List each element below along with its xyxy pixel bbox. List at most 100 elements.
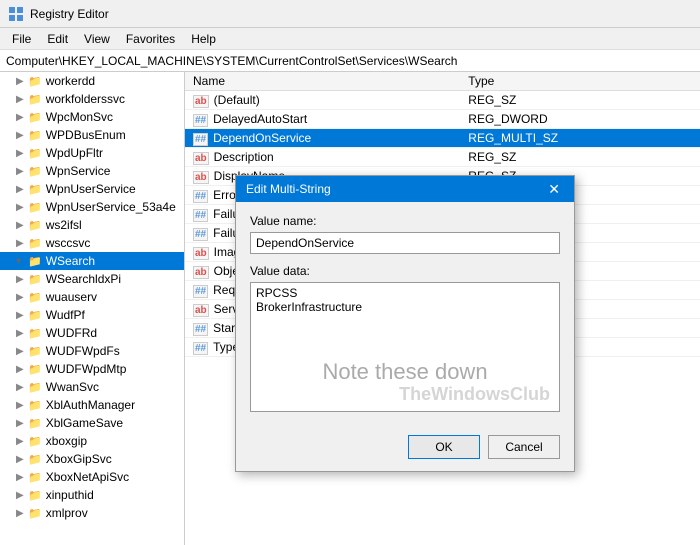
folder-icon: 📁 (28, 255, 42, 268)
folder-icon: 📁 (28, 435, 42, 448)
tree-chevron-icon: ▶ (16, 310, 28, 321)
value-data-textarea[interactable] (250, 282, 560, 412)
folder-icon: 📁 (28, 471, 42, 484)
tree-item-label: XblAuthManager (46, 398, 135, 412)
num-icon: ## (193, 210, 208, 221)
tree-chevron-icon: ▶ (16, 328, 28, 339)
tree-item[interactable]: ▶📁XblAuthManager (0, 396, 184, 414)
folder-icon: 📁 (28, 147, 42, 160)
ab-icon: ab (193, 153, 209, 164)
folder-icon: 📁 (28, 417, 42, 430)
textarea-container: TheWindowsClub Note these down (250, 282, 560, 415)
tree-chevron-icon: ▶ (16, 130, 28, 141)
table-row[interactable]: ab(Default)REG_SZ (185, 91, 700, 110)
tree-item[interactable]: ▶📁xboxgip (0, 432, 184, 450)
tree-panel[interactable]: ▶📁workerdd▶📁workfolderssvc▶📁WpcMonSvc▶📁W… (0, 72, 185, 545)
value-name-label: Value name: (250, 214, 560, 228)
tree-item-label: WpdUpFltr (46, 146, 103, 160)
ab-icon: ab (193, 267, 209, 278)
num-icon: ## (193, 324, 208, 335)
folder-icon: 📁 (28, 363, 42, 376)
tree-item-label: WSearch (46, 254, 95, 268)
tree-item[interactable]: ▶📁WUDFWpdFs (0, 342, 184, 360)
tree-chevron-icon: ▶ (16, 436, 28, 447)
tree-item-label: WUDFRd (46, 326, 97, 340)
table-row[interactable]: ##DependOnServiceREG_MULTI_SZ (185, 129, 700, 148)
tree-chevron-icon: ▶ (16, 220, 28, 231)
dialog-title: Edit Multi-String (246, 182, 331, 196)
tree-item-label: WpcMonSvc (46, 110, 113, 124)
folder-icon: 📁 (28, 309, 42, 322)
ok-button[interactable]: OK (408, 435, 480, 459)
tree-item[interactable]: ▶📁WSearchldxPi (0, 270, 184, 288)
tree-item[interactable]: ▶📁WPDBusEnum (0, 126, 184, 144)
tree-item[interactable]: ▶📁WpdUpFltr (0, 144, 184, 162)
tree-item[interactable]: ▶📁WudfPf (0, 306, 184, 324)
tree-item[interactable]: ▶📁xinputhid (0, 486, 184, 504)
table-row[interactable]: ##DelayedAutoStartREG_DWORD (185, 110, 700, 129)
tree-item[interactable]: ▶📁xmlprov (0, 504, 184, 522)
tree-item[interactable]: ▶📁workfolderssvc (0, 90, 184, 108)
tree-item-label: WwanSvc (46, 380, 99, 394)
tree-item[interactable]: ▶📁workerdd (0, 72, 184, 90)
tree-item[interactable]: ▶📁XblGameSave (0, 414, 184, 432)
tree-item-label: WpnUserService_53a4e (46, 200, 176, 214)
tree-item[interactable]: ▶📁 XboxNetApiSvc (0, 468, 184, 486)
menu-view[interactable]: View (76, 30, 118, 47)
tree-item[interactable]: ▶📁ws2ifsl (0, 216, 184, 234)
menu-help[interactable]: Help (183, 30, 224, 47)
cancel-button[interactable]: Cancel (488, 435, 560, 459)
value-type-cell: REG_SZ (460, 91, 700, 110)
value-name-cell: ##DelayedAutoStart (185, 110, 460, 129)
num-icon: ## (193, 286, 208, 297)
menu-edit[interactable]: Edit (39, 30, 76, 47)
tree-chevron-icon: ▾ (16, 256, 28, 267)
tree-chevron-icon: ▶ (16, 382, 28, 393)
tree-chevron-icon: ▶ (16, 490, 28, 501)
tree-item[interactable]: ▾📁 WSearch (0, 252, 184, 270)
value-name-cell: ##DependOnService (185, 129, 460, 148)
menu-favorites[interactable]: Favorites (118, 30, 183, 47)
num-icon: ## (193, 343, 208, 354)
tree-item-label: XblGameSave (46, 416, 123, 430)
tree-item[interactable]: ▶📁WwanSvc (0, 378, 184, 396)
folder-icon: 📁 (28, 75, 42, 88)
folder-icon: 📁 (28, 345, 42, 358)
tree-item[interactable]: ▶📁WpcMonSvc (0, 108, 184, 126)
folder-icon: 📁 (28, 237, 42, 250)
tree-item[interactable]: ▶📁wsccsvc (0, 234, 184, 252)
tree-chevron-icon: ▶ (16, 166, 28, 177)
tree-item[interactable]: ▶📁WpnService (0, 162, 184, 180)
value-name-cell: abDescription (185, 148, 460, 167)
tree-item-label: workerdd (46, 74, 95, 88)
ab-icon: ab (193, 305, 209, 316)
table-row[interactable]: abDescriptionREG_SZ (185, 148, 700, 167)
tree-item[interactable]: ▶📁XboxGipSvc (0, 450, 184, 468)
menu-file[interactable]: File (4, 30, 39, 47)
tree-item-label: XboxNetApiSvc (46, 470, 129, 484)
folder-icon: 📁 (28, 201, 42, 214)
tree-item-label: xmlprov (46, 506, 88, 520)
dialog-title-bar: Edit Multi-String ✕ (236, 176, 574, 202)
dialog-close-button[interactable]: ✕ (544, 182, 564, 196)
folder-icon: 📁 (28, 165, 42, 178)
ab-icon: ab (193, 172, 209, 183)
tree-item[interactable]: ▶📁WUDFRd (0, 324, 184, 342)
tree-chevron-icon: ▶ (16, 472, 28, 483)
folder-icon: 📁 (28, 183, 42, 196)
value-type-cell: REG_DWORD (460, 110, 700, 129)
tree-chevron-icon: ▶ (16, 454, 28, 465)
value-name-input[interactable] (250, 232, 560, 254)
folder-icon: 📁 (28, 453, 42, 466)
value-data-label: Value data: (250, 264, 560, 278)
num-icon: ## (193, 134, 208, 145)
dialog-body: Value name: Value data: TheWindowsClub N… (236, 202, 574, 427)
tree-item[interactable]: ▶📁WpnUserService_53a4e (0, 198, 184, 216)
tree-item[interactable]: ▶📁WpnUserService (0, 180, 184, 198)
col-type: Type (460, 72, 700, 91)
num-icon: ## (193, 191, 208, 202)
tree-item[interactable]: ▶📁wuauserv (0, 288, 184, 306)
tree-item[interactable]: ▶📁WUDFWpdMtp (0, 360, 184, 378)
tree-item-label: WSearchldxPi (46, 272, 121, 286)
edit-multistring-dialog: Edit Multi-String ✕ Value name: Value da… (235, 175, 575, 472)
